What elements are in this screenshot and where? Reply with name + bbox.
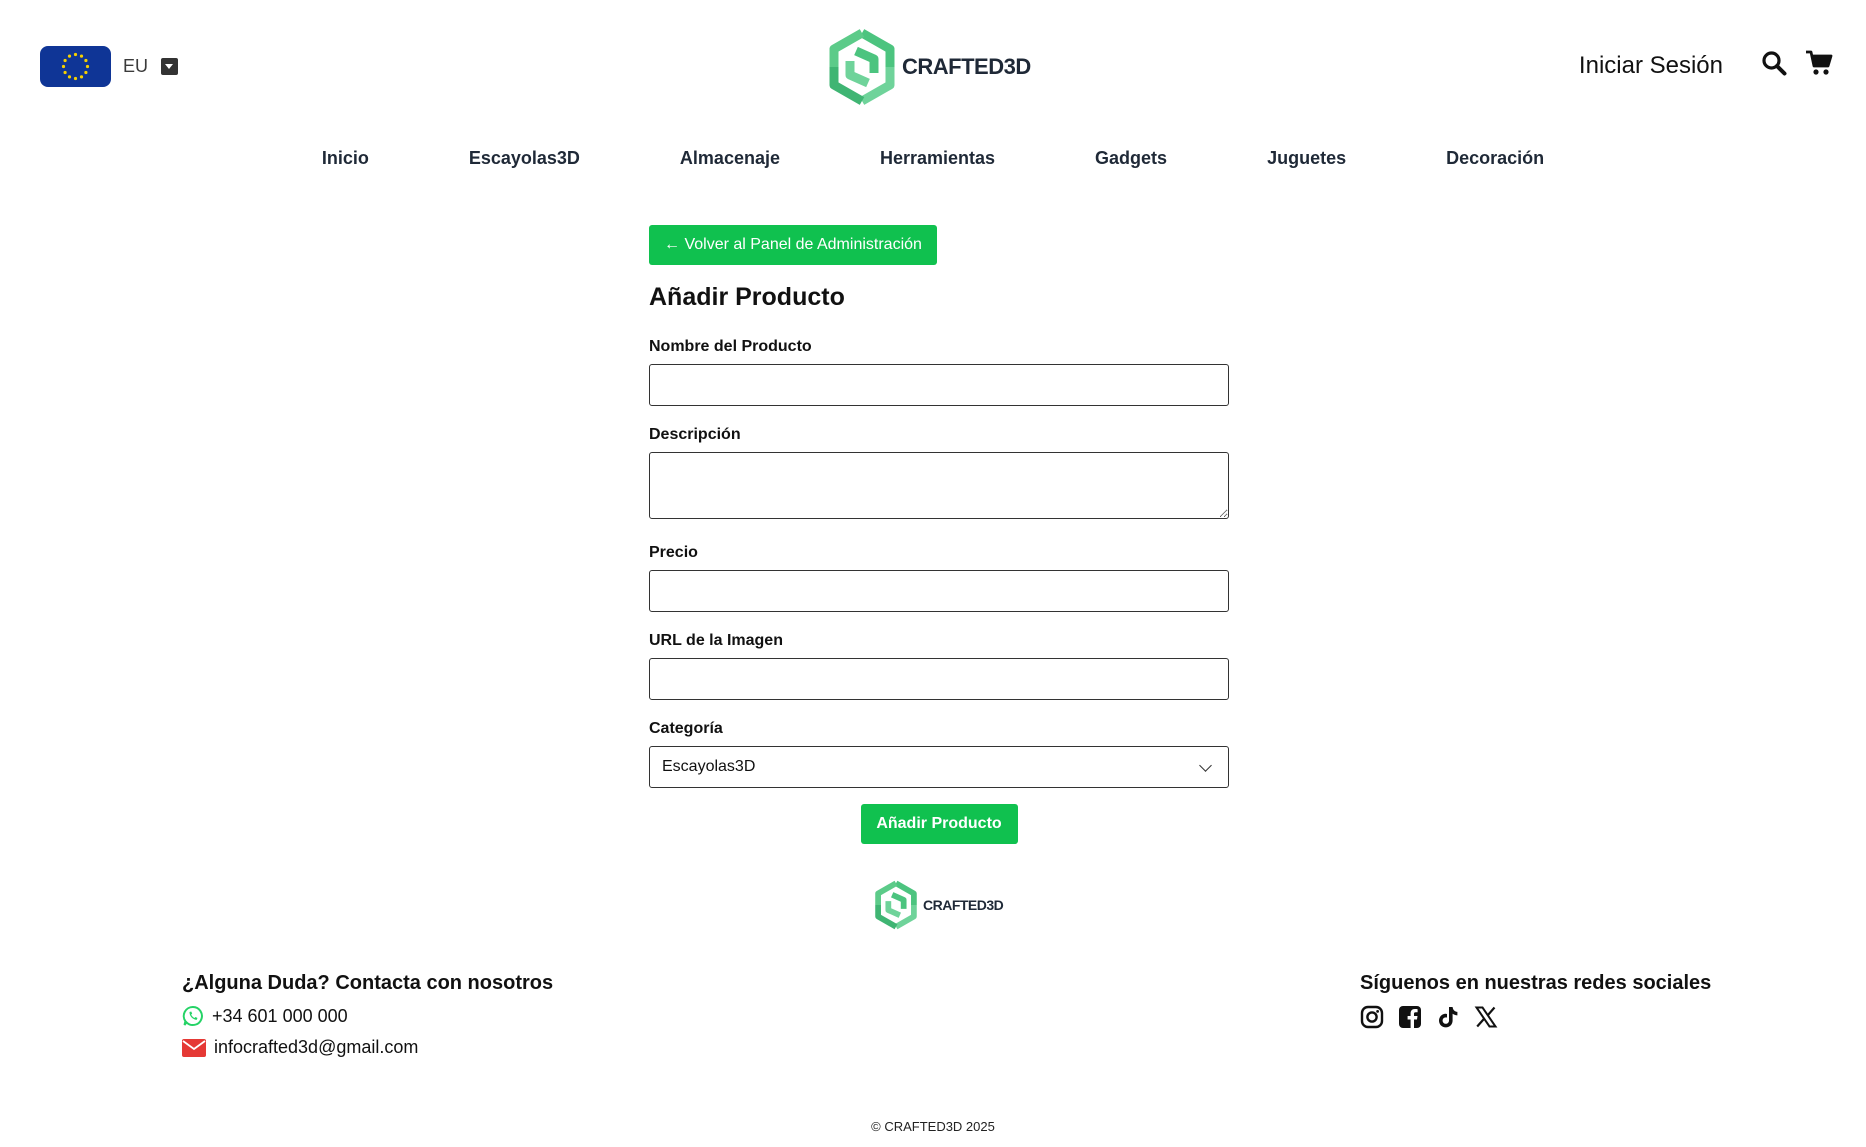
main-nav: Inicio Escayolas3D Almacenaje Herramient… <box>0 148 1866 169</box>
copyright: © CRAFTED3D 2025 <box>871 1119 995 1134</box>
instagram-icon[interactable] <box>1360 1005 1384 1034</box>
nav-item-almacenaje[interactable]: Almacenaje <box>680 148 780 169</box>
footer-logo-text: CRAFTED3D <box>923 897 1004 913</box>
phone-row[interactable]: +34 601 000 000 <box>182 1005 553 1027</box>
category-selected-value: Escayolas3D <box>662 758 756 775</box>
cart-icon[interactable] <box>1805 50 1833 81</box>
email-row[interactable]: infocrafted3d@gmail.com <box>182 1037 553 1058</box>
user-area: Iniciar Sesión <box>1579 50 1833 81</box>
logo-text: CRAFTED3D <box>902 54 1031 79</box>
chevron-down-icon <box>1199 758 1212 772</box>
login-link[interactable]: Iniciar Sesión <box>1579 52 1723 80</box>
facebook-icon[interactable] <box>1398 1005 1422 1034</box>
search-icon[interactable] <box>1761 50 1787 81</box>
crafted3d-logo-icon <box>829 29 895 105</box>
caret-down-icon[interactable] <box>161 58 179 75</box>
back-to-admin-button[interactable]: ← Volver al Panel de Administración <box>649 225 937 265</box>
whatsapp-icon <box>182 1005 203 1026</box>
category-select[interactable]: Escayolas3D <box>649 746 1229 788</box>
language-code: EU <box>123 56 149 76</box>
social-section: Síguenos en nuestras redes sociales <box>1360 972 1711 1034</box>
tiktok-icon[interactable] <box>1436 1005 1460 1034</box>
x-icon[interactable] <box>1474 1005 1498 1034</box>
site-header: EU CRAFTED3D Iniciar Sesión <box>0 0 1866 135</box>
envelope-icon <box>182 1038 206 1057</box>
product-name-input[interactable] <box>649 364 1229 406</box>
image-url-label: URL de la Imagen <box>649 632 783 649</box>
email-address: infocrafted3d@gmail.com <box>214 1037 419 1057</box>
nav-item-juguetes[interactable]: Juguetes <box>1267 148 1346 169</box>
image-url-input[interactable] <box>649 658 1229 700</box>
nav-item-gadgets[interactable]: Gadgets <box>1095 148 1167 169</box>
nav-item-escayolas3d[interactable]: Escayolas3D <box>469 148 580 169</box>
footer-logo[interactable]: CRAFTED3D <box>873 879 1004 931</box>
add-product-button[interactable]: Añadir Producto <box>860 804 1018 844</box>
description-textarea[interactable] <box>649 452 1229 519</box>
add-product-form: ← Volver al Panel de Administración Añad… <box>649 225 1229 844</box>
crafted3d-logo-icon <box>875 880 917 930</box>
description-label: Descripción <box>649 426 741 443</box>
phone-number: +34 601 000 000 <box>212 1005 348 1026</box>
social-title: Síguenos en nuestras redes sociales <box>1360 972 1712 994</box>
page-title: Añadir Producto <box>649 283 845 311</box>
nav-item-decoracion[interactable]: Decoración <box>1446 148 1544 169</box>
site-logo[interactable]: CRAFTED3D <box>826 27 1031 107</box>
eu-flag-icon <box>40 46 111 87</box>
nav-item-inicio[interactable]: Inicio <box>322 148 369 169</box>
product-name-label: Nombre del Producto <box>649 338 812 355</box>
contact-title: ¿Alguna Duda? Contacta con nosotros <box>182 972 554 994</box>
social-icons <box>1360 1005 1711 1034</box>
category-label: Categoría <box>649 720 723 737</box>
contact-section: ¿Alguna Duda? Contacta con nosotros +34 … <box>182 972 553 1058</box>
price-input[interactable] <box>649 570 1229 612</box>
price-label: Precio <box>649 544 698 561</box>
language-selector[interactable]: EU <box>40 46 179 87</box>
nav-item-herramientas[interactable]: Herramientas <box>880 148 995 169</box>
